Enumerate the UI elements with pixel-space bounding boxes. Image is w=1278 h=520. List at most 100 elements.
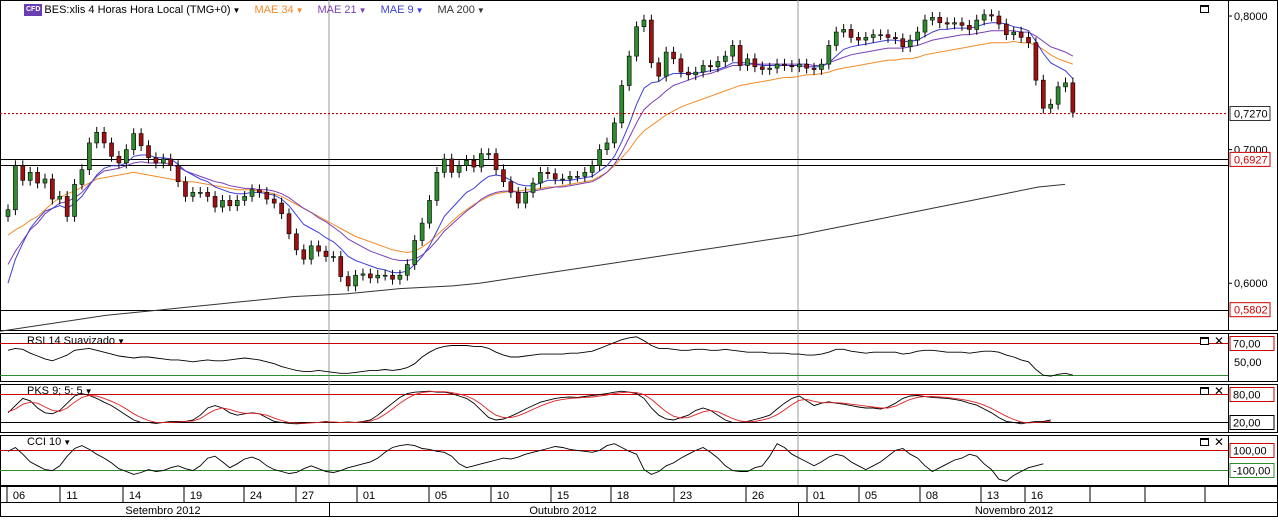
candle-body	[796, 63, 802, 68]
candle-body	[264, 192, 270, 200]
candle-body	[619, 85, 625, 124]
candle-body	[723, 55, 728, 62]
indicator-ma200[interactable]: MA 200 ▼	[438, 4, 485, 16]
candle-body	[700, 65, 706, 73]
candle-body	[160, 158, 166, 164]
chevron-down-icon: ▼	[84, 387, 93, 396]
candle-body	[257, 189, 262, 193]
indicator-label: MAE 34	[254, 4, 294, 16]
close-icon[interactable]: ✕	[1214, 335, 1224, 347]
candle-body	[249, 189, 255, 197]
cfd-badge: CFD	[24, 4, 43, 16]
candle-body	[338, 256, 344, 277]
candle-body	[959, 22, 965, 26]
candle-body	[678, 58, 684, 73]
candle-body	[996, 15, 1002, 25]
candle-body	[478, 153, 484, 168]
candle-body	[671, 51, 676, 60]
indicator-line	[7, 336, 1074, 377]
candle-body	[1063, 82, 1068, 88]
panel-frame	[0, 333, 1278, 382]
indicator-mae21[interactable]: MAE 21 ▼	[318, 4, 367, 16]
candle-body	[109, 142, 114, 157]
x-day-label: 01	[813, 490, 825, 502]
moving-average-line	[7, 30, 1074, 265]
candle-body	[1033, 42, 1039, 81]
x-day-label: 24	[250, 490, 262, 502]
candle-body	[1048, 103, 1053, 109]
candle-body	[826, 45, 832, 65]
indicator-mae34[interactable]: MAE 34 ▼	[254, 4, 303, 16]
pks-panel-title[interactable]: PKS 9; 5; 5 ▼	[27, 385, 93, 397]
candle-body	[168, 158, 173, 166]
x-day-label: 16	[1031, 490, 1043, 502]
rsi-panel-title[interactable]: RSI 14 Suavizado ▼	[27, 335, 125, 347]
candle-body	[774, 63, 780, 69]
maximize-icon[interactable]	[1200, 337, 1209, 345]
candle-body	[937, 17, 943, 24]
candle-body	[220, 200, 225, 208]
maximize-icon[interactable]	[1200, 438, 1209, 446]
candle-body	[27, 172, 33, 181]
candle-body	[360, 273, 366, 276]
candle-body	[508, 181, 514, 193]
candle-body	[1070, 82, 1076, 113]
candle-body	[1026, 37, 1031, 44]
level-price-label: 0,6927	[1234, 154, 1268, 166]
candle-body	[390, 274, 395, 280]
candle-body	[486, 153, 491, 155]
candle-body	[434, 172, 440, 201]
candle-body	[286, 213, 292, 235]
chevron-down-icon: ▼	[358, 6, 367, 15]
close-icon[interactable]: ✕	[1214, 385, 1224, 397]
candle-body	[567, 176, 573, 180]
candle-body	[279, 202, 284, 215]
cci-panel-title[interactable]: CCI 10 ▼	[27, 436, 71, 448]
candle-body	[131, 133, 137, 150]
maximize-icon[interactable]	[1200, 387, 1209, 395]
indicator-label: MA 200	[437, 4, 475, 16]
indicator-mae9[interactable]: MAE 9 ▼	[381, 4, 424, 16]
candle-body	[730, 45, 736, 57]
candle-body	[94, 131, 100, 144]
ma200-line	[0, 183, 1066, 332]
candle-body	[212, 196, 218, 208]
x-day-label: 10	[497, 490, 509, 502]
candle-body	[804, 63, 809, 69]
candle-body	[242, 196, 247, 201]
candle-body	[634, 26, 639, 57]
maximize-icon[interactable]	[1200, 5, 1209, 13]
x-day-label: 26	[752, 490, 764, 502]
candle-body	[967, 25, 972, 30]
close-icon[interactable]: ✕	[1214, 436, 1224, 448]
indicator-level-label: 80,00	[1233, 390, 1261, 402]
symbol-label: BES:xlis 4 Horas Hora Local (TMG+0)	[44, 4, 231, 16]
y-tick-label: 0,6000	[1234, 278, 1268, 290]
last-price-label: 0,7270	[1234, 109, 1268, 121]
candle-body	[5, 209, 11, 217]
candle-body	[715, 61, 721, 68]
candle-body	[72, 184, 77, 217]
candle-body	[301, 249, 307, 260]
x-day-label: 23	[680, 490, 692, 502]
chevron-down-icon: ▼	[476, 6, 485, 15]
candle-body	[1055, 86, 1061, 105]
candle-body	[331, 256, 336, 258]
candle-body	[893, 37, 898, 40]
x-day-label: 01	[363, 490, 375, 502]
x-day-label: 06	[13, 490, 25, 502]
candle-body	[885, 34, 891, 38]
candle-body	[20, 165, 26, 181]
candle-body	[190, 192, 196, 197]
pks-title-text: PKS 9; 5; 5	[27, 385, 83, 397]
candle-body	[175, 165, 181, 183]
candle-body	[124, 149, 129, 164]
candle-body	[234, 200, 240, 207]
candle-body	[116, 156, 122, 164]
symbol-selector[interactable]: BES:xlis 4 Horas Hora Local (TMG+0) ▼	[44, 4, 240, 16]
indicator-level-label: 100,00	[1233, 446, 1267, 458]
candle-body	[197, 192, 203, 194]
candle-body	[819, 63, 824, 70]
chevron-down-icon: ▼	[63, 438, 72, 447]
x-day-label: 05	[435, 490, 447, 502]
